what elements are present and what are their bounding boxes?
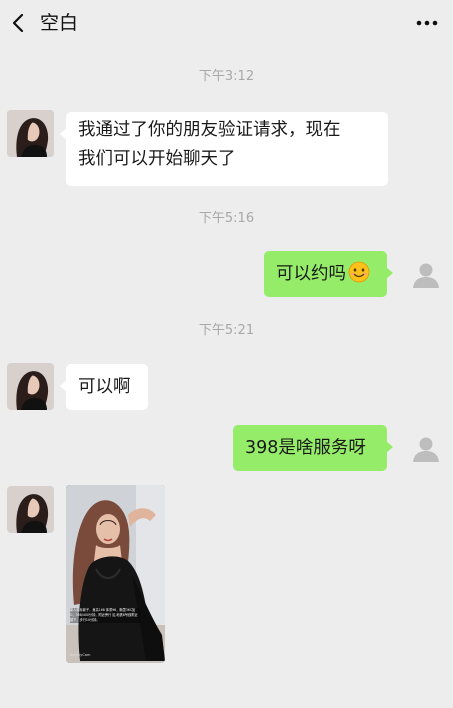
message-text: 398是啥服务呀 xyxy=(245,438,366,458)
contact-avatar[interactable] xyxy=(7,363,54,410)
contact-avatar-image xyxy=(7,363,54,410)
my-avatar[interactable] xyxy=(410,433,442,465)
contact-avatar-image xyxy=(7,486,54,533)
photo-caption-text: 新人原标妹子，身高168 体重96，胸罩36C加G，398/400分钟，附近旁行… xyxy=(70,608,140,623)
contact-avatar-image xyxy=(7,110,54,157)
message-text: 可以啊 xyxy=(78,377,131,397)
incoming-message[interactable]: 可以啊 xyxy=(60,364,148,410)
default-user-icon xyxy=(413,263,439,288)
chat-title: 空白 xyxy=(40,12,79,34)
photo-image xyxy=(66,485,165,663)
contact-avatar[interactable] xyxy=(7,110,54,157)
message-text: 可以约吗 xyxy=(276,264,346,284)
back-arrow-icon[interactable] xyxy=(8,12,28,34)
message-text: 我们可以开始聊天了 xyxy=(78,149,236,169)
outgoing-message[interactable]: 可以约吗 xyxy=(264,251,393,297)
smiling-face-emoji-icon xyxy=(348,261,370,283)
timestamp: 下午3:12 xyxy=(198,69,255,84)
timestamp: 下午5:21 xyxy=(198,323,255,338)
contact-avatar[interactable] xyxy=(7,486,54,533)
more-options-icon[interactable] xyxy=(415,16,439,30)
my-avatar[interactable] xyxy=(410,259,442,291)
timestamp: 下午5:16 xyxy=(198,211,255,226)
message-text: 我通过了你的朋友验证请求，现在 xyxy=(78,120,341,140)
outgoing-message[interactable]: 398是啥服务呀 xyxy=(233,425,393,471)
photo-watermark-text: BeautyCam xyxy=(70,653,91,657)
incoming-message[interactable]: 我通过了你的朋友验证请求，现在 我们可以开始聊天了 xyxy=(60,112,388,186)
photo-message[interactable]: 新人原标妹子，身高168 体重96，胸罩36C加G，398/400分钟，附近旁行… xyxy=(66,485,165,663)
default-user-icon xyxy=(413,437,439,462)
chat-header: 空白 xyxy=(0,0,453,46)
